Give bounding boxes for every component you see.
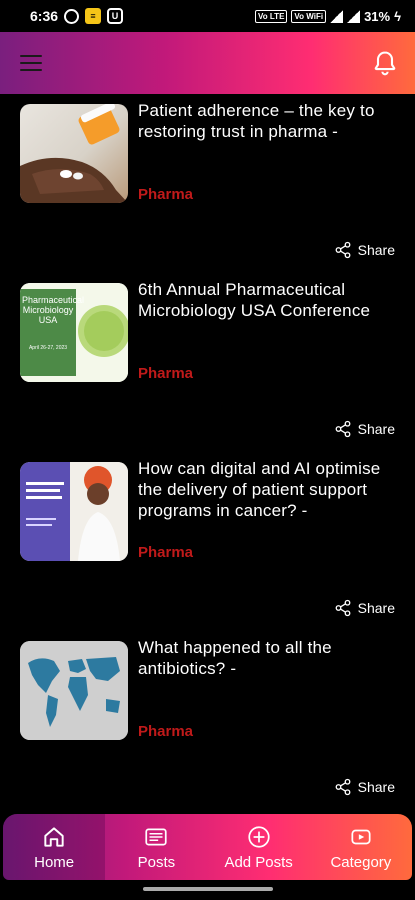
share-button[interactable]: Share xyxy=(334,599,395,617)
u-app-icon: U xyxy=(107,8,124,24)
post-thumbnail[interactable] xyxy=(20,104,128,203)
volte-badge: Vo LTE xyxy=(255,9,288,23)
nav-category[interactable]: Category xyxy=(310,814,412,880)
app-header xyxy=(0,32,415,94)
home-icon xyxy=(44,826,64,847)
share-icon xyxy=(335,420,351,438)
share-label: Share xyxy=(357,421,395,437)
nav-home[interactable]: Home xyxy=(3,814,106,880)
status-bar: 6:36 ≡ U Vo LTE Vo WiFi 31% ϟ xyxy=(0,0,415,32)
share-label: Share xyxy=(357,600,395,616)
play-icon xyxy=(351,829,371,844)
status-time: 6:36 xyxy=(30,8,59,24)
post-category[interactable]: Pharma xyxy=(138,365,193,382)
post-category[interactable]: Pharma xyxy=(138,544,193,561)
nav-category-label: Category xyxy=(330,853,392,871)
post-category[interactable]: Pharma xyxy=(138,186,193,203)
share-button[interactable]: Share xyxy=(334,241,395,259)
share-button[interactable]: Share xyxy=(334,778,395,796)
post-title[interactable]: Patient adherence – the key to restoring… xyxy=(138,100,400,142)
thumb-caption: Pharmaceutical Microbiology USA xyxy=(22,295,85,325)
whatsapp-icon xyxy=(64,8,80,24)
post-card[interactable]: What happened to all the antibiotics? - … xyxy=(0,631,415,810)
status-right: Vo LTE Vo WiFi 31% ϟ xyxy=(255,9,401,24)
charging-icon: ϟ xyxy=(394,8,401,24)
bell-icon[interactable] xyxy=(371,49,399,77)
post-card[interactable]: April 26-27, 2023 Pharmaceutical Microbi… xyxy=(0,273,415,452)
nav-posts-label: Posts xyxy=(137,853,176,871)
post-feed: Patient adherence – the key to restoring… xyxy=(0,94,415,814)
share-icon xyxy=(335,599,351,617)
post-title[interactable]: 6th Annual Pharmaceutical Microbiology U… xyxy=(138,279,400,321)
post-title[interactable]: What happened to all the antibiotics? - xyxy=(138,637,400,679)
svg-text:April 26-27, 2023: April 26-27, 2023 xyxy=(29,345,67,351)
status-left: 6:36 ≡ U xyxy=(30,8,124,24)
add-circle-icon xyxy=(248,825,270,848)
vowifi-badge: Vo WiFi xyxy=(291,9,327,23)
post-category[interactable]: Pharma xyxy=(138,723,193,740)
share-icon xyxy=(335,778,351,796)
pill-hand-image xyxy=(20,104,128,203)
post-card[interactable]: Patient adherence – the key to restoring… xyxy=(0,94,415,273)
gesture-bar[interactable] xyxy=(143,887,273,891)
post-card[interactable]: How can digital and AI optimise the deli… xyxy=(0,452,415,631)
patient-support-image xyxy=(20,462,128,561)
share-icon xyxy=(335,241,351,259)
bottom-navigation: Home Posts Add Posts Category xyxy=(3,814,412,880)
menu-icon[interactable] xyxy=(20,55,42,71)
signal-icon xyxy=(330,9,344,23)
post-thumbnail[interactable] xyxy=(20,641,128,740)
post-title[interactable]: How can digital and AI optimise the deli… xyxy=(138,458,400,521)
nav-add-posts-label: Add Posts xyxy=(224,853,293,871)
share-label: Share xyxy=(357,779,395,795)
nav-add-posts[interactable]: Add Posts xyxy=(208,814,310,880)
post-thumbnail[interactable] xyxy=(20,462,128,561)
share-label: Share xyxy=(357,242,395,258)
signal-icon-2 xyxy=(347,9,361,23)
post-thumbnail[interactable]: April 26-27, 2023 Pharmaceutical Microbi… xyxy=(20,283,128,382)
world-map-image xyxy=(20,641,128,740)
nav-posts[interactable]: Posts xyxy=(105,814,207,880)
battery-percent: 31% xyxy=(364,8,391,24)
nav-home-label: Home xyxy=(34,853,75,871)
notes-icon: ≡ xyxy=(85,8,102,24)
share-button[interactable]: Share xyxy=(334,420,395,438)
posts-icon xyxy=(145,828,167,845)
